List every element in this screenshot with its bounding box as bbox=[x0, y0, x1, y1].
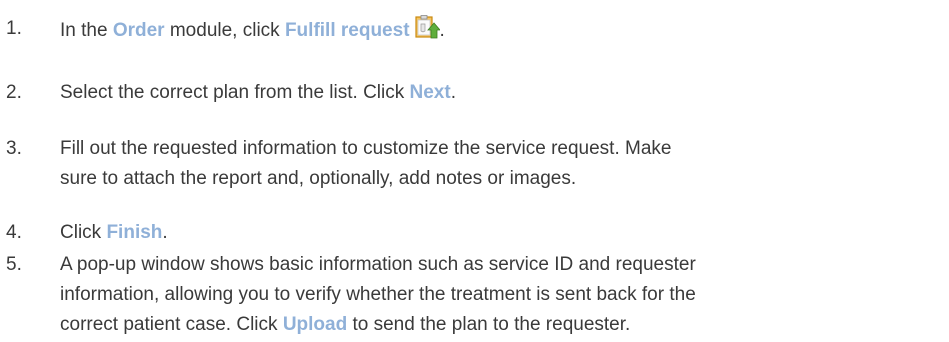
step-text-part: Select the correct plan from the list. C… bbox=[60, 82, 410, 103]
fulfill-request-keyword: Fulfill request bbox=[284, 20, 410, 41]
step-3: 3. Fill out the requested information to… bbox=[6, 134, 940, 194]
step-2: 2. Select the correct plan from the list… bbox=[6, 78, 940, 108]
step-number: 4. bbox=[6, 222, 22, 243]
step-text: Fill out the requested information to cu… bbox=[60, 134, 940, 194]
step-text-line: information, allowing you to verify whet… bbox=[60, 284, 696, 305]
step-text-part: . bbox=[439, 20, 445, 41]
step-text: Select the correct plan from the list. C… bbox=[60, 78, 940, 108]
step-text-part: correct patient case. Click bbox=[60, 314, 283, 335]
fulfill-request-icon bbox=[414, 14, 441, 40]
step-number: 1. bbox=[6, 18, 22, 39]
step-text: Click Finish. bbox=[60, 218, 940, 248]
step-text-part: module, click bbox=[164, 20, 285, 41]
step-text-part: . bbox=[450, 82, 456, 103]
step-text-part: Click bbox=[60, 222, 107, 243]
step-text-line: A pop-up window shows basic information … bbox=[60, 254, 696, 275]
step-1: 1. In the Order module, click Fulfill re… bbox=[6, 14, 940, 46]
step-4: 4. Click Finish. bbox=[6, 218, 940, 248]
step-text-part: to send the plan to the requester. bbox=[347, 314, 631, 335]
step-text: A pop-up window shows basic information … bbox=[60, 250, 940, 340]
next-keyword: Next bbox=[409, 82, 451, 103]
order-module-keyword: Order bbox=[112, 20, 165, 41]
step-text-line: sure to attach the report and, optionall… bbox=[60, 168, 577, 189]
instruction-steps: 1. In the Order module, click Fulfill re… bbox=[0, 0, 949, 342]
step-text-part: . bbox=[162, 222, 168, 243]
step-number: 3. bbox=[6, 138, 22, 159]
finish-keyword: Finish bbox=[106, 222, 163, 243]
step-text: In the Order module, click Fulfill reque… bbox=[60, 14, 940, 46]
step-5: 5. A pop-up window shows basic informati… bbox=[6, 250, 940, 340]
step-text-part: In the bbox=[60, 20, 113, 41]
step-text-line: Fill out the requested information to cu… bbox=[60, 138, 672, 159]
step-number: 5. bbox=[6, 254, 22, 275]
upload-keyword: Upload bbox=[282, 314, 348, 335]
step-number: 2. bbox=[6, 82, 22, 103]
step-text-line: correct patient case. Click Upload to se… bbox=[60, 310, 940, 340]
